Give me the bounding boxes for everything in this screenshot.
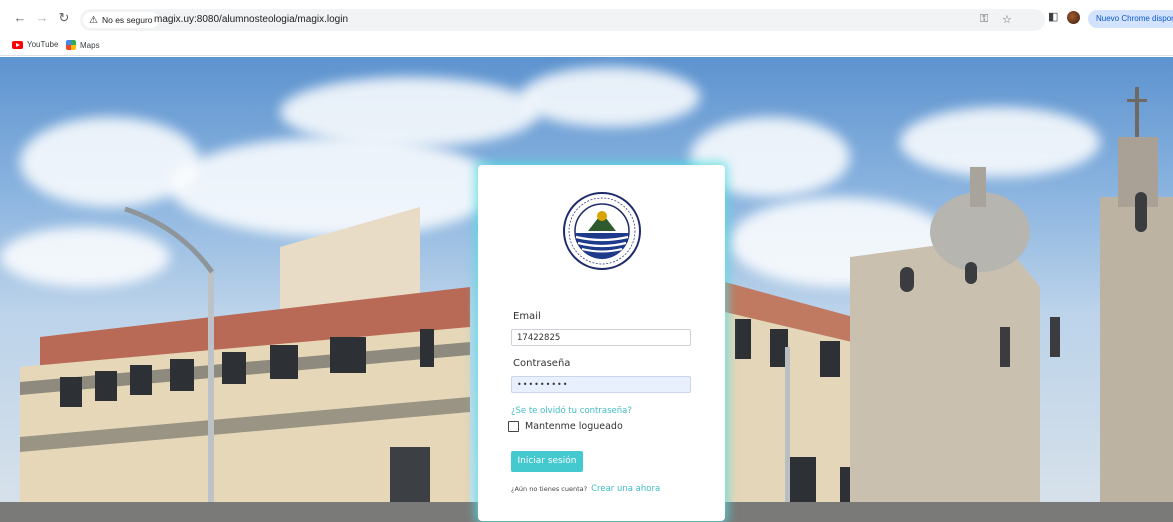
- email-input[interactable]: 17422825: [511, 329, 691, 346]
- signup-row: ¿Aún no tienes cuenta? Crear una ahora: [511, 484, 660, 494]
- warning-icon: ⚠: [89, 14, 98, 26]
- reload-icon[interactable]: ↻: [56, 10, 72, 26]
- bookmarks-bar: YouTube Maps: [0, 36, 1173, 56]
- forward-arrow-icon[interactable]: →: [34, 10, 50, 26]
- side-panel-icon[interactable]: ◧: [1048, 10, 1058, 23]
- address-bar[interactable]: ⚠ No es seguro magix.uy:8080/alumnosteol…: [80, 9, 1045, 31]
- bookmark-label: Maps: [80, 40, 100, 50]
- maps-icon: [66, 40, 76, 50]
- login-button[interactable]: Iniciar sesión: [511, 451, 583, 472]
- bookmark-maps[interactable]: Maps: [66, 40, 100, 50]
- youtube-icon: [12, 40, 23, 49]
- url-text: magix.uy:8080/alumnosteologia/magix.logi…: [154, 14, 349, 25]
- security-label: No es seguro: [101, 15, 153, 25]
- remember-me-checkbox[interactable]: [508, 421, 519, 432]
- remember-me-label: Mantenme logueado: [525, 421, 623, 432]
- password-input[interactable]: •••••••••: [511, 376, 691, 393]
- login-card: Email 17422825 Contraseña ••••••••• ¿Se …: [478, 165, 725, 521]
- security-chip[interactable]: ⚠ No es seguro: [83, 12, 159, 28]
- bookmark-youtube[interactable]: YouTube: [12, 40, 58, 49]
- email-label: Email: [513, 311, 541, 322]
- browser-toolbar: ← → ↻ ⚠ No es seguro magix.uy:8080/alumn…: [0, 0, 1173, 36]
- faculty-seal-logo: [563, 192, 641, 270]
- remember-me-row[interactable]: Mantenme logueado: [508, 421, 623, 432]
- back-arrow-icon[interactable]: ←: [12, 10, 28, 26]
- key-icon[interactable]: ⚿: [980, 13, 988, 26]
- chrome-update-button[interactable]: Nuevo Chrome disponible: [1088, 10, 1173, 28]
- forgot-password-link[interactable]: ¿Se te olvidó tu contraseña?: [511, 406, 632, 416]
- signup-question: ¿Aún no tienes cuenta?: [511, 485, 588, 493]
- avatar[interactable]: [1067, 11, 1080, 24]
- password-label: Contraseña: [513, 358, 571, 369]
- star-icon[interactable]: ☆: [1002, 13, 1012, 26]
- bookmark-label: YouTube: [27, 40, 59, 49]
- signup-link[interactable]: Crear una ahora: [591, 484, 660, 494]
